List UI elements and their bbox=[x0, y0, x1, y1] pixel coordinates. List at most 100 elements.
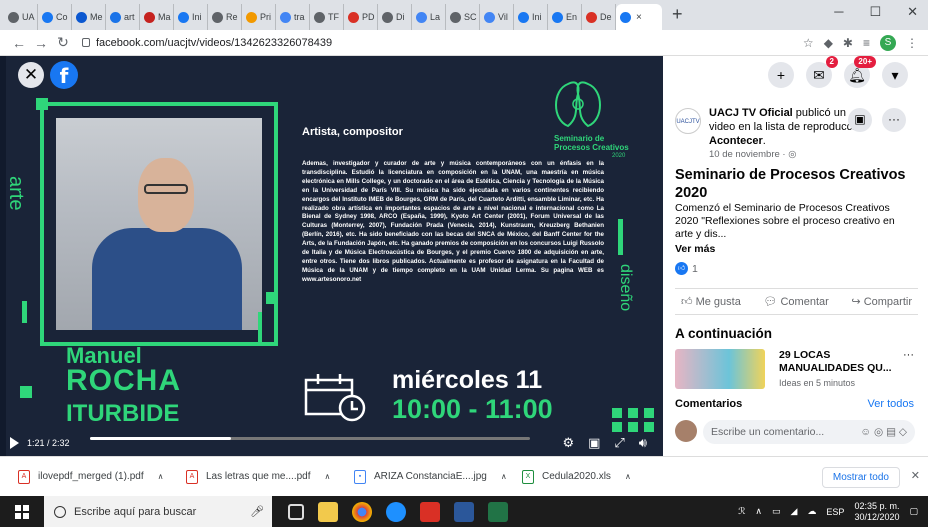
share-button[interactable]: ↪ Compartir bbox=[851, 295, 912, 308]
notification-center-icon[interactable]: ▢ bbox=[909, 506, 918, 517]
browser-tab[interactable]: De bbox=[582, 4, 616, 30]
next-video-thumbnail[interactable] bbox=[675, 349, 765, 389]
see-all-comments-link[interactable]: Ver todos bbox=[868, 398, 914, 410]
tab-favicon-icon bbox=[178, 11, 189, 23]
download-item[interactable]: A Las letras que me....pdf ∧ bbox=[186, 469, 354, 484]
reactions[interactable]: 👍︎ 1 bbox=[675, 262, 698, 275]
download-options-chevron-icon[interactable]: ∧ bbox=[158, 472, 164, 481]
battery-icon[interactable]: ▭ bbox=[772, 506, 781, 517]
page-avatar[interactable]: UACJTV bbox=[675, 108, 701, 134]
next-video-more-icon[interactable]: ··· bbox=[903, 349, 914, 361]
show-all-downloads-button[interactable]: Mostrar todo bbox=[821, 467, 900, 488]
tab-label: Co bbox=[56, 12, 68, 22]
acrobat-icon[interactable] bbox=[420, 501, 440, 522]
download-filename: ARIZA ConstanciaE....jpg bbox=[374, 471, 487, 482]
accent-bar bbox=[258, 312, 262, 342]
chrome-icon[interactable] bbox=[352, 501, 372, 522]
extension-icon[interactable]: ◆ bbox=[824, 36, 833, 50]
extensions: ☆ ◆ ✱ ≡ S ⋮ bbox=[803, 35, 918, 51]
puzzle-icon[interactable]: ✱ bbox=[843, 36, 853, 50]
people-icon[interactable]: ℛ bbox=[738, 506, 745, 517]
windows-start-icon[interactable] bbox=[0, 496, 44, 527]
playlist-link[interactable]: Acontecer bbox=[709, 135, 763, 147]
messenger-icon[interactable]: ✉ 2 bbox=[806, 56, 838, 88]
more-options-icon[interactable]: ··· bbox=[882, 108, 906, 132]
browser-tab[interactable]: La bbox=[412, 4, 446, 30]
tab-favicon-icon bbox=[110, 11, 121, 23]
account-menu-icon[interactable]: ▾ bbox=[882, 62, 908, 88]
page-name-link[interactable]: UACJ TV Oficial bbox=[709, 107, 793, 119]
comment-input[interactable]: Escribe un comentario... ☺ ◎ ▤ ◇ bbox=[703, 420, 915, 444]
next-video-channel[interactable]: Ideas en 5 minutos bbox=[779, 378, 855, 388]
minimize-icon[interactable]: ─ bbox=[834, 4, 843, 20]
see-more-link[interactable]: Ver más bbox=[675, 243, 715, 255]
profile-avatar[interactable]: S bbox=[880, 35, 896, 51]
reading-list-icon[interactable]: ≡ bbox=[863, 36, 870, 50]
url-field[interactable]: facebook.com/uacjtv/videos/1342623326078… bbox=[82, 37, 332, 49]
bookmark-star-icon[interactable]: ☆ bbox=[803, 36, 814, 50]
tab-favicon-icon bbox=[552, 11, 563, 23]
notifications-bell-icon[interactable]: 🔔︎ 20+ bbox=[844, 56, 876, 88]
close-video-button[interactable]: ✕ bbox=[18, 62, 44, 88]
browser-tab[interactable]: Di bbox=[378, 4, 412, 30]
taskbar-search-field[interactable]: Escribe aquí para buscar 🎤︎ bbox=[44, 496, 272, 527]
close-tab-icon[interactable]: × bbox=[636, 12, 642, 23]
browser-tab[interactable]: UA bbox=[4, 4, 38, 30]
save-icon[interactable]: ▣ bbox=[848, 108, 872, 132]
play-icon[interactable] bbox=[10, 437, 19, 449]
close-window-icon[interactable]: ✕ bbox=[907, 4, 918, 20]
reload-icon[interactable]: ↻ bbox=[52, 34, 74, 51]
browser-tab[interactable]: Pri bbox=[242, 4, 276, 30]
network-icon[interactable]: ◢ bbox=[791, 506, 798, 517]
excel-icon[interactable] bbox=[488, 501, 508, 522]
browser-tab[interactable]: En bbox=[548, 4, 582, 30]
browser-tab[interactable]: Ma bbox=[140, 4, 174, 30]
menu-icon[interactable]: ⋮ bbox=[906, 36, 918, 50]
clock[interactable]: 02:35 p. m. 30/12/2020 bbox=[854, 501, 899, 523]
new-tab-button[interactable]: + bbox=[672, 4, 683, 25]
active-browser-tab[interactable]: × bbox=[616, 4, 662, 30]
browser-tab[interactable]: Re bbox=[208, 4, 242, 30]
settings-gear-icon[interactable]: ⚙ bbox=[562, 435, 574, 451]
microphone-icon[interactable]: 🎤︎ bbox=[250, 505, 264, 518]
facebook-logo-icon[interactable]: f bbox=[50, 61, 78, 89]
close-download-bar-icon[interactable]: ✕ bbox=[911, 469, 920, 482]
browser-tab[interactable]: Ini bbox=[174, 4, 208, 30]
browser-tab[interactable]: TF bbox=[310, 4, 344, 30]
download-options-chevron-icon[interactable]: ∧ bbox=[325, 472, 331, 481]
download-item[interactable]: Ailovepdf_merged (1).pdf ∧ bbox=[18, 469, 186, 484]
browser-tab[interactable]: art bbox=[106, 4, 140, 30]
like-button[interactable]: 👍︎ Me gusta bbox=[681, 295, 741, 308]
next-video-title[interactable]: 29 LOCAS MANUALIDADES QU... bbox=[779, 349, 899, 375]
browser-tab[interactable]: Co bbox=[38, 4, 72, 30]
create-icon[interactable]: + bbox=[768, 62, 794, 88]
download-item[interactable]: X Cedula2020.xls ∧ bbox=[522, 469, 690, 484]
cloud-icon[interactable]: ☁ bbox=[807, 506, 816, 517]
download-options-chevron-icon[interactable]: ∧ bbox=[501, 472, 507, 481]
browser-tab[interactable]: SC bbox=[446, 4, 480, 30]
tab-favicon-icon bbox=[212, 11, 223, 23]
fullscreen-icon[interactable]: ⤢ bbox=[614, 435, 624, 451]
maximize-icon[interactable]: ☐ bbox=[869, 4, 881, 20]
browser-tab[interactable]: Me bbox=[72, 4, 106, 30]
back-icon[interactable]: ← bbox=[8, 35, 30, 51]
browser-tab[interactable]: tra bbox=[276, 4, 310, 30]
download-options-chevron-icon[interactable]: ∧ bbox=[625, 472, 631, 481]
forward-icon[interactable]: → bbox=[30, 35, 52, 51]
volume-icon[interactable]: 🔊︎ bbox=[639, 435, 647, 451]
tray-chevron-icon[interactable]: ∧ bbox=[755, 506, 762, 517]
language-indicator[interactable]: ESP bbox=[826, 507, 844, 517]
comment-button[interactable]: 💬︎ Comentar bbox=[763, 295, 828, 308]
browser-tab[interactable]: Vil bbox=[480, 4, 514, 30]
video-player[interactable]: arte diseño Seminario de Procesos Creati… bbox=[0, 56, 663, 456]
miniplayer-icon[interactable]: ▣ bbox=[588, 435, 600, 451]
tab-label: Vil bbox=[498, 12, 508, 22]
file-explorer-icon[interactable] bbox=[318, 501, 338, 522]
post-date[interactable]: 10 de noviembre · bbox=[709, 149, 788, 160]
browser-tab[interactable]: Ini bbox=[514, 4, 548, 30]
edge-icon[interactable] bbox=[386, 501, 406, 522]
task-view-icon[interactable] bbox=[288, 503, 304, 520]
word-icon[interactable] bbox=[454, 501, 474, 522]
download-item[interactable]: ▪ ARIZA ConstanciaE....jpg ∧ bbox=[354, 469, 522, 484]
browser-tab[interactable]: PD bbox=[344, 4, 378, 30]
